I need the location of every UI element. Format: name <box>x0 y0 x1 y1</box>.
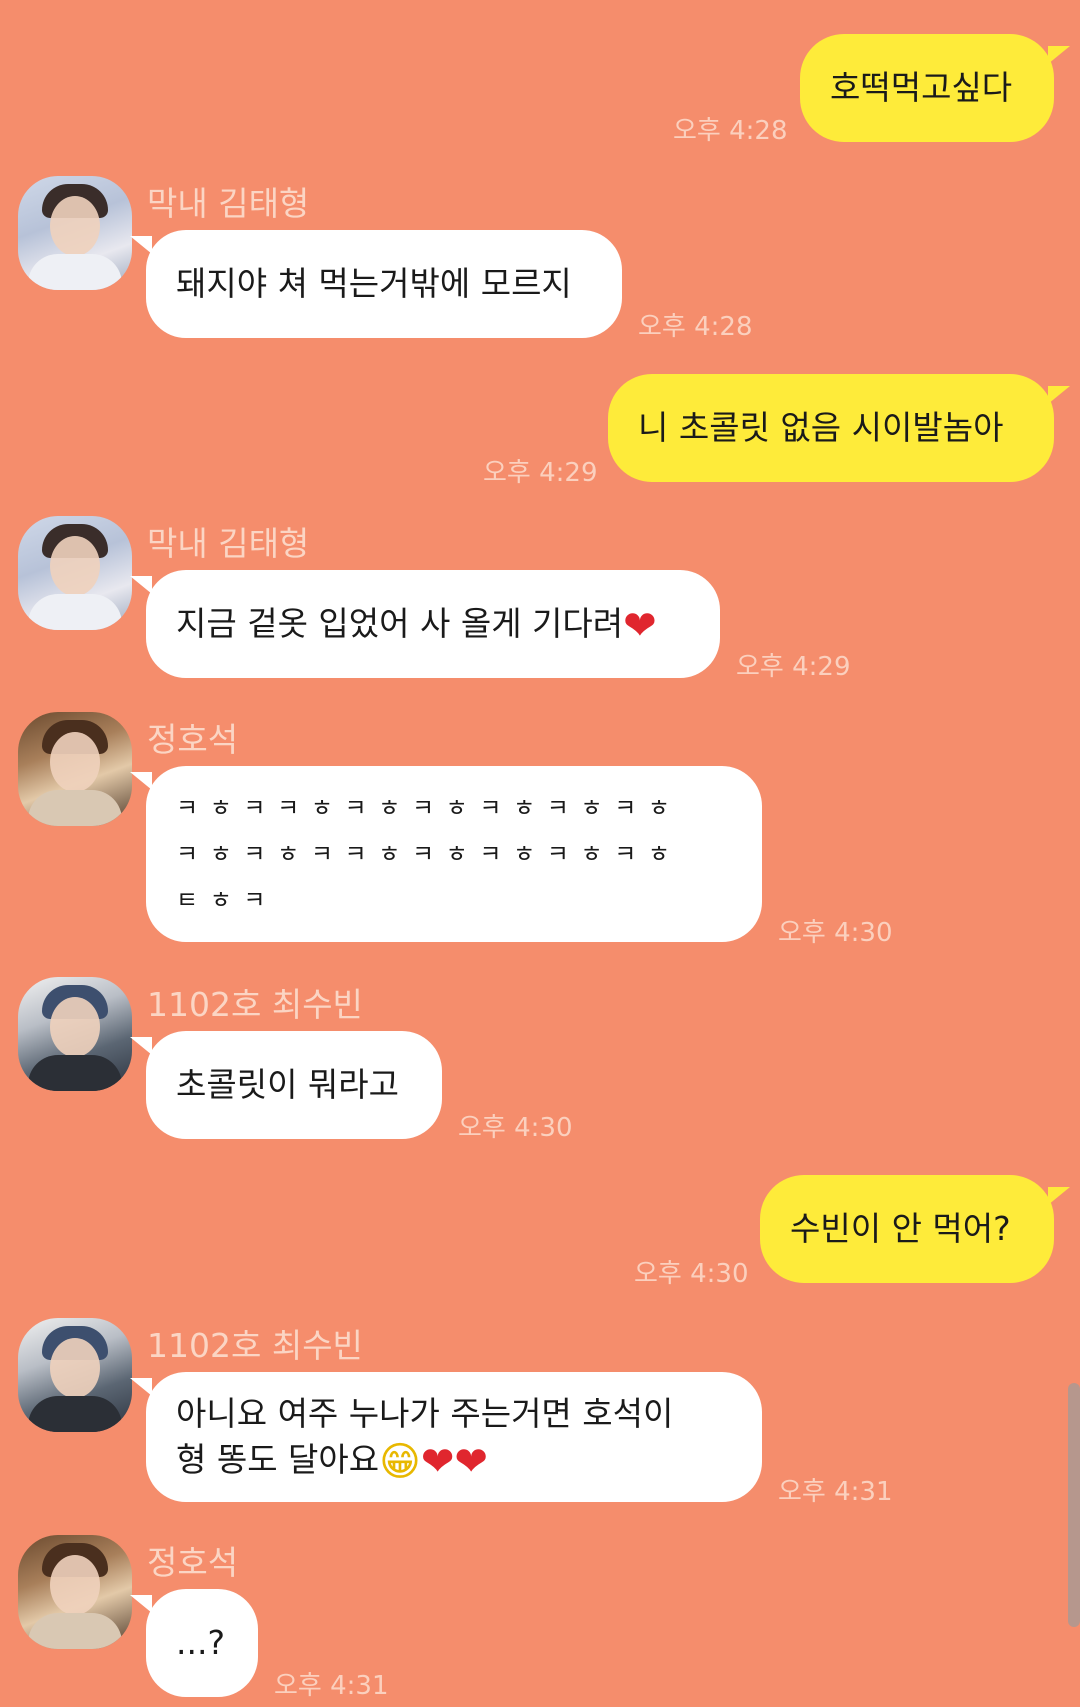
timestamp: 오후 4:30 <box>634 1259 749 1289</box>
sender-name: 1102호 최수빈 <box>147 985 363 1024</box>
red-heart-icon: ❤ <box>454 1438 488 1485</box>
sender-name: 막내 김태형 <box>147 524 310 563</box>
sender-name: 막내 김태형 <box>147 184 310 223</box>
timestamp: 오후 4:30 <box>458 1113 573 1143</box>
message-text: 지금 겉옷 입었어 사 올게 기다려 <box>176 604 624 643</box>
chat-bubble[interactable]: 지금 겉옷 입었어 사 올게 기다려❤ <box>146 570 720 678</box>
bubble-tail <box>130 236 152 254</box>
timestamp: 오후 4:28 <box>638 312 753 342</box>
scrollbar[interactable] <box>1068 1383 1080 1627</box>
chat-bubble[interactable]: 돼지야 쳐 먹는거밖에 모르지 <box>146 230 622 338</box>
red-heart-icon: ❤ <box>420 1438 455 1485</box>
grin-icon: 😁 <box>379 1438 421 1485</box>
bubble-tail <box>1048 1187 1070 1205</box>
message-line: ㅋ ㅎ ㅋ ㅋ ㅎ ㅋ ㅎ ㅋ ㅎ ㅋ ㅎ ㅋ ㅎ ㅋ ㅎ <box>176 794 673 822</box>
chat-bubble[interactable]: 아니요 여주 누나가 주는거면 호석이 형 똥도 달아요😁❤❤ <box>146 1372 762 1502</box>
bubble-tail <box>130 1378 152 1396</box>
bubble-tail <box>130 772 152 790</box>
message-text: 니 초콜릿 없음 시이발놈아 <box>638 408 1004 447</box>
sender-name: 1102호 최수빈 <box>147 1326 363 1365</box>
avatar-choi-soobin[interactable] <box>18 1318 132 1432</box>
chat-room: 호떡먹고싶다 오후 4:28 막내 김태형 돼지야 쳐 먹는거밖에 모르지 오후… <box>0 0 1080 1707</box>
message-text: ...? <box>176 1623 225 1662</box>
timestamp: 오후 4:28 <box>673 116 788 146</box>
chat-bubble[interactable]: ㅋ ㅎ ㅋ ㅋ ㅎ ㅋ ㅎ ㅋ ㅎ ㅋ ㅎ ㅋ ㅎ ㅋ ㅎ ㅋ ㅎ ㅋ ㅎ ㅋ … <box>146 766 762 942</box>
avatar-kim-taehyung[interactable] <box>18 176 132 290</box>
timestamp: 오후 4:31 <box>274 1671 389 1701</box>
chat-bubble[interactable]: 호떡먹고싶다 <box>800 34 1054 142</box>
chat-bubble[interactable]: ...? <box>146 1589 258 1697</box>
timestamp: 오후 4:29 <box>483 458 598 488</box>
message-line: ㅋ ㅎ ㅋ ㅎ ㅋ ㅋ ㅎ ㅋ ㅎ ㅋ ㅎ ㅋ ㅎ ㅋ ㅎ <box>176 840 673 868</box>
avatar-jung-hoseok[interactable] <box>18 712 132 826</box>
chat-bubble[interactable]: 니 초콜릿 없음 시이발놈아 <box>608 374 1054 482</box>
timestamp: 오후 4:31 <box>778 1477 893 1507</box>
avatar-kim-taehyung[interactable] <box>18 516 132 630</box>
bubble-tail <box>130 1037 152 1055</box>
bubble-tail <box>1048 46 1070 64</box>
timestamp: 오후 4:30 <box>778 918 893 948</box>
avatar-choi-soobin[interactable] <box>18 977 132 1091</box>
chat-bubble[interactable]: 수빈이 안 먹어? <box>760 1175 1054 1283</box>
message-line: 아니요 여주 누나가 주는거면 호석이 <box>176 1394 674 1433</box>
message-line: ㅌ ㅎ ㅋ <box>176 886 268 914</box>
chat-bubble[interactable]: 초콜릿이 뭐라고 <box>146 1031 442 1139</box>
message-text: 수빈이 안 먹어? <box>790 1209 1011 1248</box>
message-text: 돼지야 쳐 먹는거밖에 모르지 <box>176 264 572 303</box>
message-text: 호떡먹고싶다 <box>830 68 1013 107</box>
message-text: 초콜릿이 뭐라고 <box>176 1065 400 1104</box>
sender-name: 정호석 <box>147 1543 239 1582</box>
message-line: 형 똥도 달아요 <box>176 1440 380 1479</box>
bubble-tail <box>1048 386 1070 404</box>
timestamp: 오후 4:29 <box>736 652 851 682</box>
red-heart-icon: ❤ <box>623 602 657 649</box>
bubble-tail <box>130 1595 152 1613</box>
sender-name: 정호석 <box>147 720 239 759</box>
avatar-jung-hoseok[interactable] <box>18 1535 132 1649</box>
bubble-tail <box>130 576 152 594</box>
